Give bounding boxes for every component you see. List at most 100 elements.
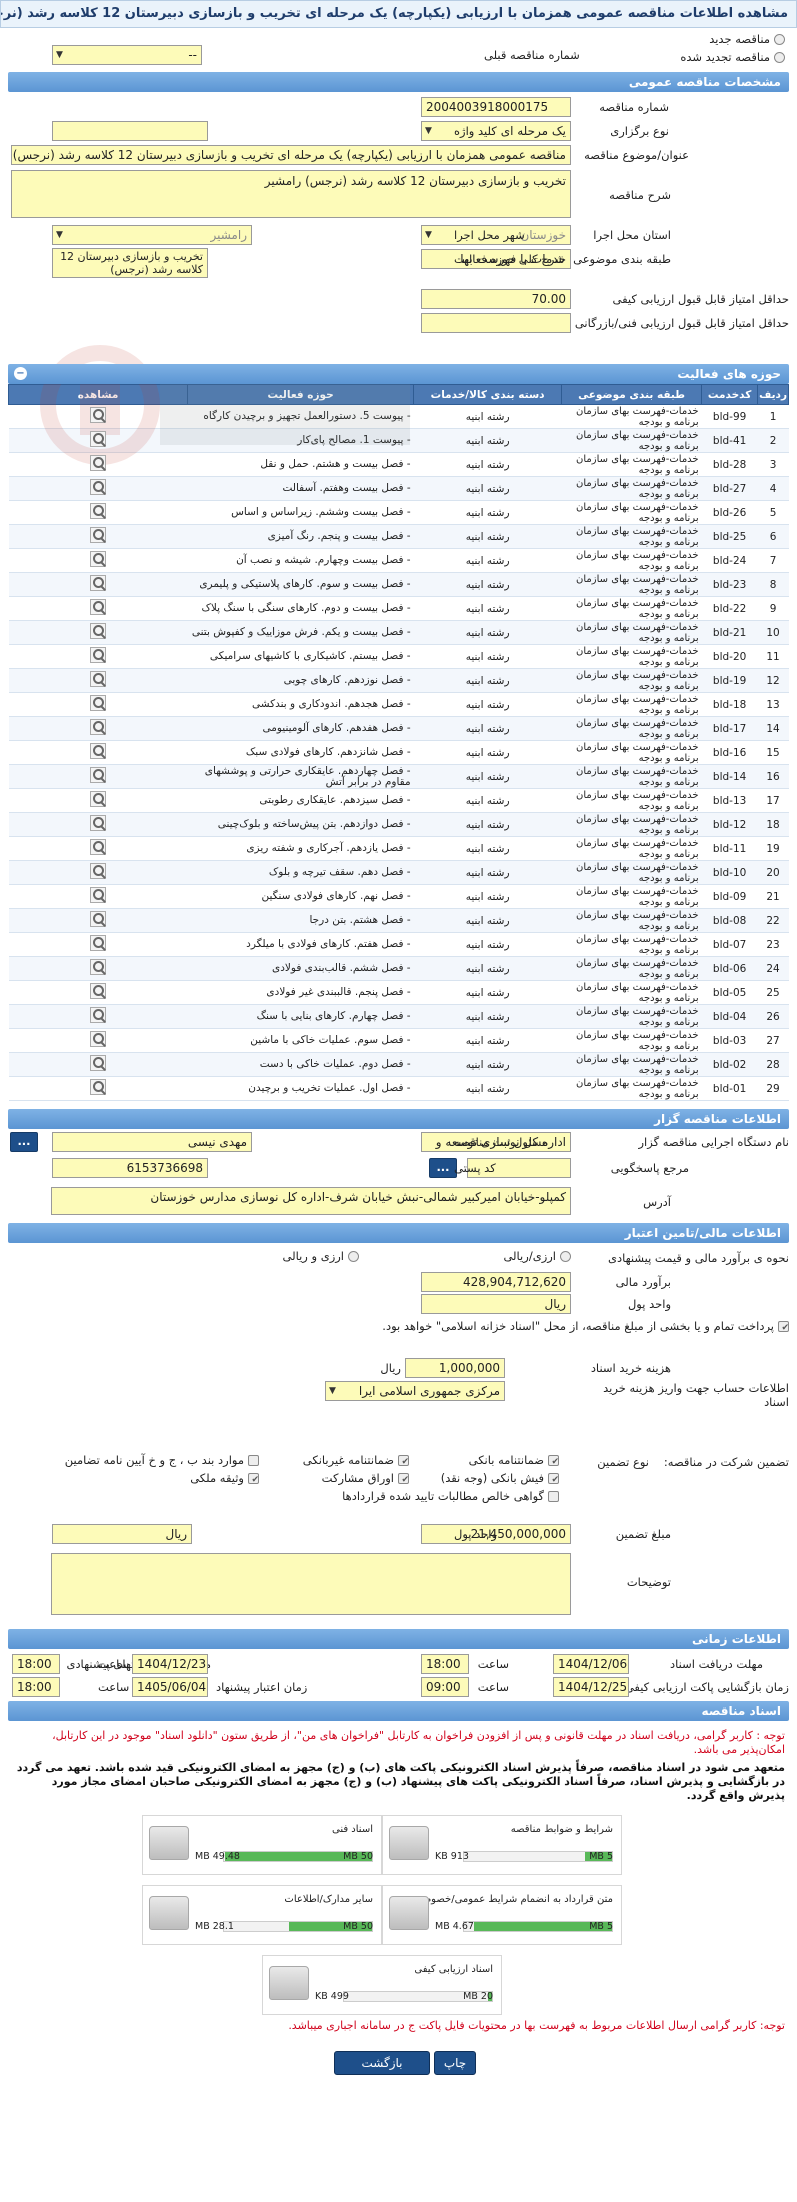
guarantee-option-cash[interactable]: فیش بانکی (وجه نقد) xyxy=(441,1471,559,1485)
row-number: 12 xyxy=(757,668,789,693)
fx-radio[interactable] xyxy=(348,1251,359,1262)
account-select[interactable]: مرکزی جمهوری اسلامی ایرا ▼ xyxy=(325,1381,505,1401)
view-details-icon[interactable] xyxy=(90,671,107,687)
guarantee-option-label: فیش بانکی (وجه نقد) xyxy=(440,1471,544,1485)
receive-time-field[interactable]: 18:00 xyxy=(421,1654,469,1674)
guarantee-checkbox[interactable] xyxy=(248,1473,259,1484)
guarantee-checkbox[interactable] xyxy=(548,1473,559,1484)
document-file-box[interactable]: شرایط و ضوابط مناقصه 5 MB 913 KB xyxy=(382,1815,622,1875)
section-finance: اطلاعات مالی/تامین اعتبار xyxy=(8,1223,789,1243)
view-details-icon[interactable] xyxy=(90,1007,107,1023)
responsible-browse-button[interactable]: ... xyxy=(10,1132,38,1152)
send-date-field[interactable]: 1404/12/23 xyxy=(132,1654,208,1674)
back-button[interactable]: بازگشت xyxy=(334,2051,430,2075)
new-tender-radio[interactable] xyxy=(774,34,785,45)
view-details-icon[interactable] xyxy=(90,479,107,495)
view-details-icon[interactable] xyxy=(90,1079,107,1095)
view-details-icon[interactable] xyxy=(90,695,107,711)
guarantee-checkbox[interactable] xyxy=(398,1473,409,1484)
guarantee-checkbox[interactable] xyxy=(248,1455,259,1466)
guarantee-checkbox[interactable] xyxy=(548,1455,559,1466)
view-details-icon[interactable] xyxy=(90,911,107,927)
view-details-icon[interactable] xyxy=(90,1055,107,1071)
row-number: 21 xyxy=(757,884,789,909)
rial-option[interactable]: ارزی/ریالی xyxy=(503,1249,571,1263)
scope-field[interactable]: تخریب و بازسازی دبیرستان 12 کلاسه رشد (ن… xyxy=(52,248,208,278)
category-cell: خدمات-فهرست بهای سازمان برنامه و بودجه xyxy=(561,836,702,861)
view-details-icon[interactable] xyxy=(90,959,107,975)
number-field[interactable]: 2004003918000175 xyxy=(421,97,571,117)
group-cell: رشته ابنیه xyxy=(413,884,562,909)
collapse-icon[interactable]: − xyxy=(14,367,27,380)
responsible-field[interactable]: مهدی نیسی xyxy=(52,1132,252,1152)
guarantee-option-bank[interactable]: ضمانتنامه بانکی xyxy=(469,1453,559,1467)
keyword-field[interactable] xyxy=(52,121,208,141)
subject-field[interactable]: مناقصه عمومی همزمان با ارزیابی (یکپارچه)… xyxy=(11,145,571,165)
prev-number-select[interactable]: -- ▼ xyxy=(52,45,202,65)
view-details-icon[interactable] xyxy=(90,887,107,903)
view-details-icon[interactable] xyxy=(90,791,107,807)
renewed-tender-radio[interactable] xyxy=(774,52,785,63)
min-tech-field[interactable] xyxy=(421,313,571,333)
view-details-icon[interactable] xyxy=(90,815,107,831)
document-file-box[interactable]: متن قرارداد به انضمام شرایط عمومی/خصوصی 5… xyxy=(382,1885,622,1945)
view-details-icon[interactable] xyxy=(90,1031,107,1047)
desc-field[interactable]: تخریب و بازسازی دبیرستان 12 کلاسه رشد (ن… xyxy=(11,170,571,218)
unit-field[interactable]: ریال xyxy=(421,1294,571,1314)
time-label: ساعت xyxy=(477,1680,509,1694)
receive-date-field[interactable]: 1404/12/06 xyxy=(553,1654,629,1674)
view-details-icon[interactable] xyxy=(90,743,107,759)
view-details-icon[interactable] xyxy=(90,527,107,543)
view-details-icon[interactable] xyxy=(90,983,107,999)
ref-browse-button[interactable]: ... xyxy=(429,1158,457,1178)
open-date-field[interactable]: 1404/12/25 xyxy=(553,1677,629,1697)
send-time-field[interactable]: 18:00 xyxy=(12,1654,60,1674)
category-cell: خدمات-فهرست بهای سازمان برنامه و بودجه xyxy=(561,1028,702,1053)
view-details-icon[interactable] xyxy=(90,767,107,783)
treasury-option[interactable]: پرداخت تمام و یا بخشی از مبلغ مناقصه، از… xyxy=(229,1319,789,1333)
view-details-icon[interactable] xyxy=(90,551,107,567)
view-details-icon[interactable] xyxy=(90,431,107,447)
service-code: bld-41 xyxy=(701,428,758,453)
validity-date-field[interactable]: 1405/06/04 xyxy=(132,1677,208,1697)
open-time-field[interactable]: 09:00 xyxy=(421,1677,469,1697)
guarantee-checkbox[interactable] xyxy=(548,1491,559,1502)
notes-field[interactable] xyxy=(51,1553,571,1615)
guarantee-option-clauses[interactable]: موارد بند ب ، ج و خ آیین نامه تضامین xyxy=(65,1453,259,1467)
view-details-icon[interactable] xyxy=(90,599,107,615)
guarantee-option-claims[interactable]: گواهی خالص مطالبات تایید شده قراردادها xyxy=(342,1489,559,1503)
view-details-icon[interactable] xyxy=(90,503,107,519)
view-details-icon[interactable] xyxy=(90,575,107,591)
min-quality-field[interactable]: 70.00 xyxy=(421,289,571,309)
view-details-icon[interactable] xyxy=(90,935,107,951)
rial-radio[interactable] xyxy=(560,1251,571,1262)
document-file-box[interactable]: اسناد ارزیابی کیفی 20 MB 499 KB xyxy=(262,1955,502,2015)
guarantee-option-nonbank[interactable]: ضمانتنامه غیربانکی xyxy=(303,1453,409,1467)
budget-field[interactable]: 428,904,712,620 xyxy=(421,1272,571,1292)
guarantee-checkbox[interactable] xyxy=(398,1455,409,1466)
validity-time-field[interactable]: 18:00 xyxy=(12,1677,60,1697)
document-file-box[interactable]: سایر مدارک/اطلاعات 50 MB 28.1 MB xyxy=(142,1885,382,1945)
renewed-tender-option[interactable]: مناقصه تجدید شده xyxy=(680,50,785,64)
city-select[interactable]: رامشیر ▼ xyxy=(52,225,252,245)
new-tender-option[interactable]: مناقصه جدید xyxy=(709,32,785,46)
guarantee-unit-field[interactable]: ریال xyxy=(52,1524,192,1544)
view-details-icon[interactable] xyxy=(90,719,107,735)
view-details-icon[interactable] xyxy=(90,623,107,639)
guarantee-option-property[interactable]: وثیقه ملکی xyxy=(190,1471,259,1485)
guarantee-option-bonds[interactable]: اوراق مشارکت xyxy=(322,1471,409,1485)
treasury-checkbox[interactable] xyxy=(778,1321,789,1332)
address-field[interactable]: کمپلو-خیابان امیرکبیر شمالی-نبش خیابان ش… xyxy=(51,1187,571,1215)
view-details-icon[interactable] xyxy=(90,863,107,879)
view-details-icon[interactable] xyxy=(90,839,107,855)
validity-label: زمان اعتبار پیشنهاد xyxy=(216,1680,308,1694)
postal-field[interactable]: 6153736698 xyxy=(52,1158,208,1178)
view-details-icon[interactable] xyxy=(90,647,107,663)
print-button[interactable]: چاپ xyxy=(434,2051,476,2075)
fx-option[interactable]: ارزی و ریالی xyxy=(282,1249,359,1263)
view-details-icon[interactable] xyxy=(90,407,107,423)
service-code: bld-27 xyxy=(701,476,758,501)
doc-fee-field[interactable]: 1,000,000 xyxy=(405,1358,505,1378)
document-file-box[interactable]: اسناد فنی 50 MB 49.48 MB xyxy=(142,1815,382,1875)
view-details-icon[interactable] xyxy=(90,455,107,471)
